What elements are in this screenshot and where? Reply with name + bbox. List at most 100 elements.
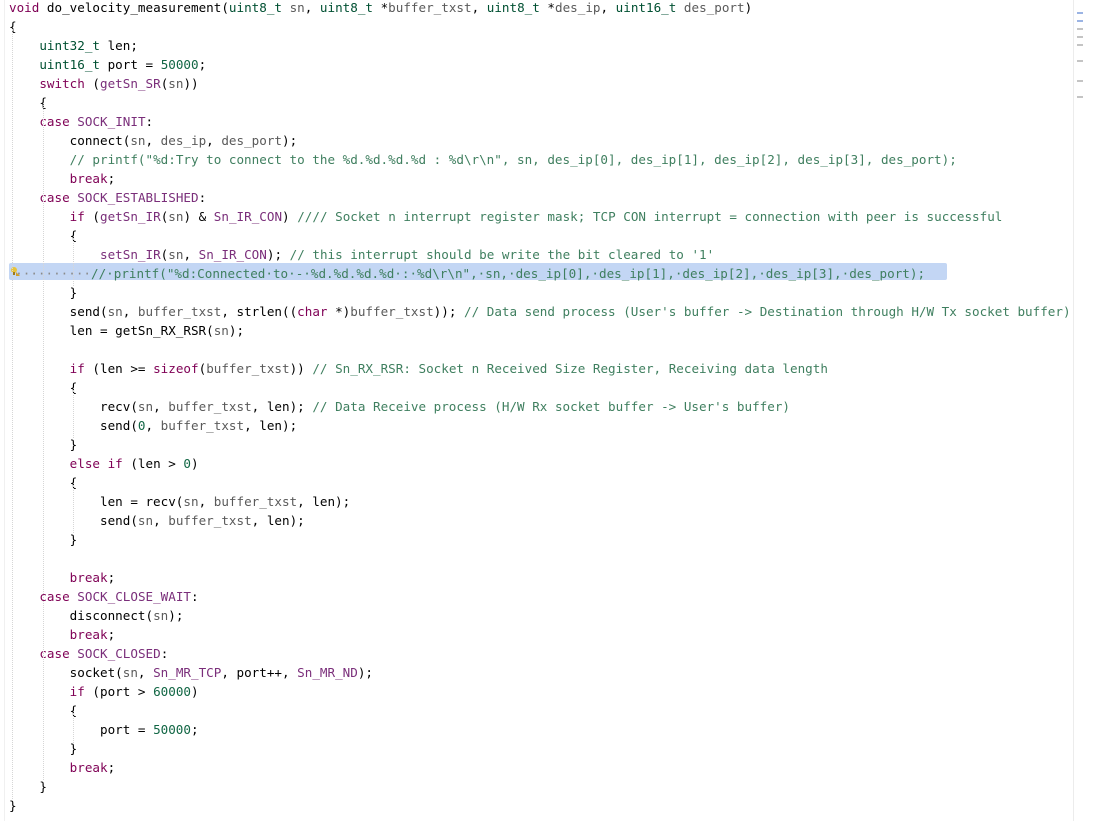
code-line[interactable]: break; <box>9 568 116 587</box>
code-line[interactable]: len = recv(sn, buffer_txst, len); <box>9 492 350 511</box>
code-line[interactable]: setSn_IR(sn, Sn_IR_CON); // this interru… <box>9 245 714 264</box>
code-token: buffer_txst <box>168 513 252 528</box>
code-token: sn <box>168 76 184 91</box>
code-token: des_ip <box>160 133 207 148</box>
code-token: sizeof <box>153 361 199 376</box>
code-line[interactable]: connect(sn, des_ip, des_port); <box>9 131 298 150</box>
code-token: break <box>69 760 108 775</box>
ruler-marker[interactable] <box>1077 36 1083 38</box>
code-line[interactable]: disconnect(sn); <box>9 606 184 625</box>
code-line[interactable]: break; <box>9 169 116 188</box>
code-line[interactable]: void do_velocity_measurement(uint8_t sn,… <box>9 0 752 17</box>
code-line[interactable]: port = 50000; <box>9 720 199 739</box>
code-token: sn <box>107 304 123 319</box>
code-token: , len); <box>251 513 305 528</box>
code-token: uint8_t <box>228 0 282 15</box>
ruler-marker[interactable] <box>1077 96 1083 98</box>
code-token: , <box>145 133 161 148</box>
code-token: , strlen(( <box>221 304 298 319</box>
ruler-marker[interactable] <box>1077 60 1083 62</box>
code-line[interactable]: else if (len > 0) <box>9 454 199 473</box>
code-line[interactable]: } <box>9 777 47 796</box>
code-line[interactable]: if (len >= sizeof(buffer_txst)) // Sn_RX… <box>9 359 828 378</box>
code-token: break <box>69 570 108 585</box>
code-line[interactable]: if (port > 60000) <box>9 682 199 701</box>
code-token: *) <box>327 304 351 319</box>
ruler-marker[interactable] <box>1077 44 1083 46</box>
code-token: ; <box>107 171 116 186</box>
code-line[interactable]: case SOCK_CLOSED: <box>9 644 168 663</box>
code-line[interactable]: // printf("%d:Try to connect to the %d.%… <box>9 150 957 169</box>
code-token: , <box>153 399 169 414</box>
indent-guide <box>43 105 44 780</box>
code-line[interactable]: case SOCK_ESTABLISHED: <box>9 188 206 207</box>
code-token: // printf("%d:Try to connect to the %d.%… <box>69 152 957 167</box>
code-token: getSn_SR <box>100 76 161 91</box>
code-token: // Data send process (User's buffer -> D… <box>456 304 1071 319</box>
code-token: ); <box>357 665 373 680</box>
code-token: , <box>471 0 487 15</box>
code-token: if <box>69 361 85 376</box>
code-token: ( <box>84 76 101 91</box>
code-line[interactable]: break; <box>9 758 116 777</box>
code-token: break <box>69 627 108 642</box>
code-token: (len >= <box>84 361 154 376</box>
code-token: SOCK_CLOSED <box>77 646 161 661</box>
code-token: , <box>145 418 161 433</box>
code-token: sn <box>281 0 305 15</box>
code-line[interactable]: break; <box>9 625 116 644</box>
code-token: buffer_txst <box>213 494 298 509</box>
code-token: ; <box>107 627 116 642</box>
code-line[interactable]: switch (getSn_SR(sn)) <box>9 74 198 93</box>
ruler-marker[interactable] <box>1077 80 1083 82</box>
code-token: ; <box>107 570 116 585</box>
code-token: , <box>304 0 320 15</box>
code-token: buffer_txst <box>168 399 252 414</box>
code-line[interactable]: send(sn, buffer_txst, len); <box>9 511 305 530</box>
code-token: (len > <box>122 456 184 471</box>
code-line[interactable]: send(0, buffer_txst, len); <box>9 416 297 435</box>
code-token: if <box>69 209 85 224</box>
code-token: ( <box>84 209 101 224</box>
code-token: sn <box>137 513 154 528</box>
code-line[interactable]: { <box>9 93 47 112</box>
code-token: ; <box>107 760 116 775</box>
code-line[interactable]: ··········//·printf("%d:Connected·to·-·%… <box>0 264 925 283</box>
code-token: , <box>600 0 616 15</box>
ruler-marker[interactable] <box>1077 28 1083 30</box>
indent-guide <box>73 713 74 743</box>
code-token: SOCK_ESTABLISHED <box>77 190 199 205</box>
code-line[interactable]: send(sn, buffer_txst, strlen((char *)buf… <box>9 302 1071 321</box>
code-token: len = getSn_RX_RSR( <box>9 323 214 338</box>
code-line[interactable]: uint16_t port = 50000; <box>9 55 206 74</box>
code-line[interactable]: len = getSn_RX_RSR(sn); <box>9 321 244 340</box>
code-line[interactable]: socket(sn, Sn_MR_TCP, port++, Sn_MR_ND); <box>9 663 373 682</box>
ruler-marker[interactable] <box>1077 20 1083 22</box>
code-token: else if <box>69 456 123 471</box>
code-token: , <box>153 513 169 528</box>
code-line[interactable]: if (getSn_IR(sn) & Sn_IR_CON) //// Socke… <box>9 207 1003 226</box>
code-token: ) <box>282 209 298 224</box>
code-line[interactable]: case SOCK_CLOSE_WAIT: <box>9 587 198 606</box>
ruler-marker[interactable] <box>1077 12 1083 14</box>
code-line[interactable]: case SOCK_INIT: <box>9 112 153 131</box>
code-token: } <box>9 798 17 813</box>
code-line[interactable]: recv(sn, buffer_txst, len); // Data Rece… <box>9 397 790 416</box>
code-token: Sn_IR_CON <box>213 209 283 224</box>
code-token: , len); <box>251 399 313 414</box>
code-token: break <box>69 171 108 186</box>
code-token: sn <box>213 323 229 338</box>
code-line[interactable]: uint32_t len; <box>9 36 138 55</box>
code-token: port = <box>100 57 161 72</box>
code-token: Sn_MR_TCP <box>153 665 222 680</box>
code-token: ) <box>744 0 753 15</box>
code-editor[interactable]: void do_velocity_measurement(uint8_t sn,… <box>0 0 1073 821</box>
overview-ruler[interactable] <box>1073 0 1096 821</box>
code-token: port = <box>9 722 154 737</box>
code-token: SOCK_CLOSE_WAIT <box>77 589 192 604</box>
